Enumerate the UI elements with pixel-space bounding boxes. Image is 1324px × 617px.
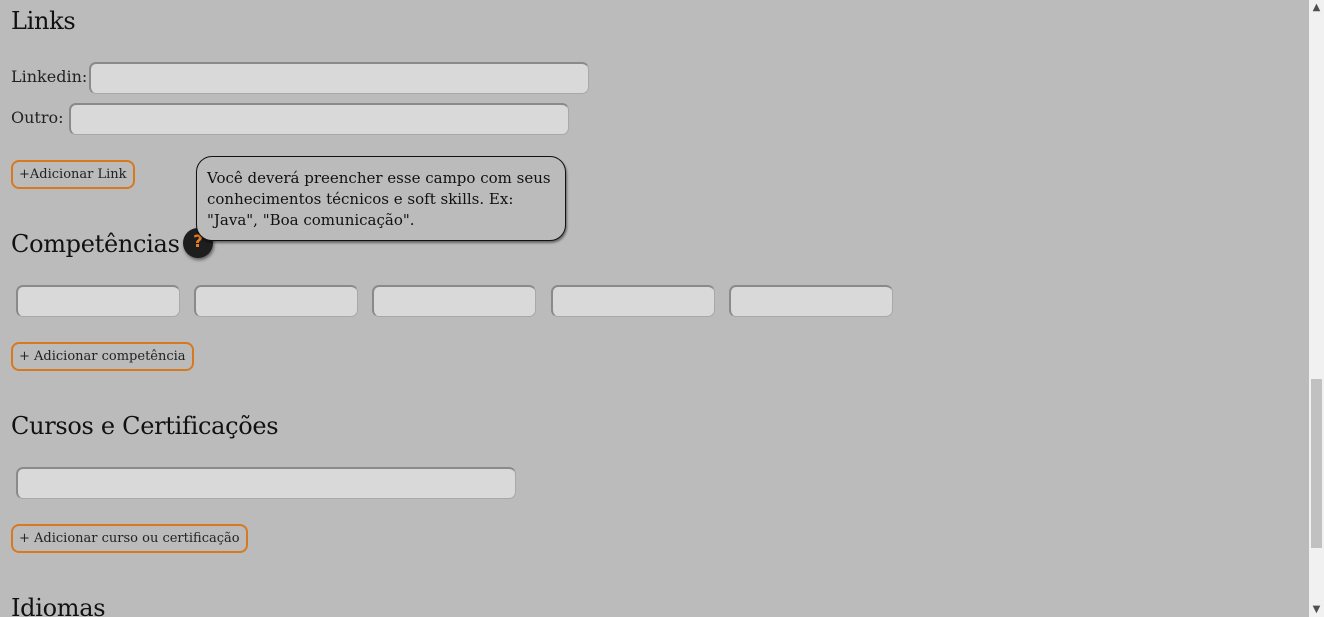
chevron-up-icon[interactable]: ▲ — [1309, 0, 1324, 15]
add-link-button[interactable]: +Adicionar Link — [11, 160, 135, 189]
skill-input[interactable] — [16, 285, 180, 317]
skills-title: Competências — [11, 230, 180, 258]
chevron-down-icon[interactable]: ▼ — [1309, 602, 1324, 617]
form-page: Links Linkedin: Outro: +Adicionar Link C… — [0, 0, 1309, 617]
skill-input[interactable] — [372, 285, 536, 317]
skill-input[interactable] — [194, 285, 358, 317]
skill-input[interactable] — [729, 285, 893, 317]
linkedin-label: Linkedin: — [11, 67, 88, 86]
vertical-scrollbar[interactable]: ▲ ▼ — [1309, 0, 1324, 617]
add-skill-button[interactable]: + Adicionar competência — [11, 342, 194, 371]
skills-help-tooltip: Você deverá preencher esse campo com seu… — [196, 156, 566, 241]
linkedin-input[interactable] — [89, 62, 589, 94]
add-course-button[interactable]: + Adicionar curso ou certificação — [11, 524, 248, 553]
other-link-label: Outro: — [11, 108, 64, 127]
skill-input[interactable] — [551, 285, 715, 317]
languages-title: Idiomas — [11, 594, 106, 617]
scrollbar-thumb[interactable] — [1311, 379, 1322, 548]
courses-title: Cursos e Certificações — [11, 412, 279, 440]
links-title: Links — [11, 7, 76, 35]
course-input[interactable] — [16, 467, 516, 499]
other-link-input[interactable] — [69, 103, 569, 135]
